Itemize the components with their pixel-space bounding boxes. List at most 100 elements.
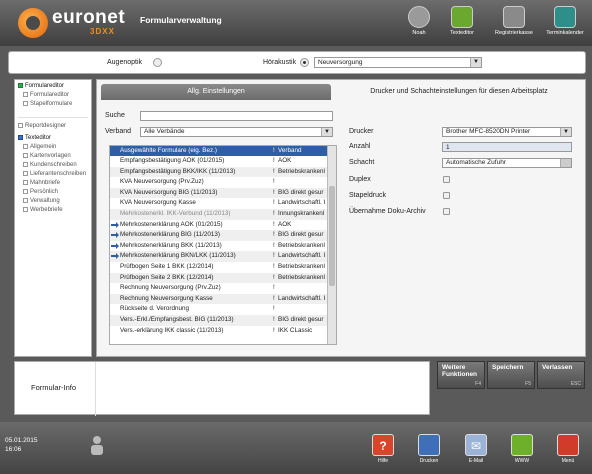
menu-grid-icon [557,434,579,456]
list-header-name: Ausgewählte Formulare (eig. Bez.) [120,147,217,154]
augenoptik-radio[interactable] [153,58,162,67]
drucker-label: Drucker [349,128,374,135]
list-item[interactable]: Prüfbogen Seite 2 BKK (12/2014)! Betriebs… [110,272,328,284]
nav-item-allgemein[interactable]: Allgemein [23,144,56,150]
anzahl-field[interactable]: 1 [442,142,572,152]
verband-select[interactable]: Alle Verbände ▼ [140,127,333,137]
menue-button[interactable]: Menü [555,434,581,464]
email-button[interactable]: ✉ E-Mail [463,434,489,464]
search-input[interactable] [140,111,333,121]
nav-texteditor[interactable]: Texteditor [18,135,51,141]
list-item[interactable]: Mehrkostenerklärung BKN/LKK (11/2013)! La… [110,251,328,262]
time-text: 16:06 [5,446,22,453]
list-item[interactable]: KVA Neuversorgung (Prv.Zuz)! [110,177,328,188]
left-nav: Formulareditor Formulareditor Stapelform… [14,79,92,357]
list-item-flag: ! [273,210,275,217]
nav-item-mahnbriefe[interactable]: Mahnbriefe [23,180,60,186]
drucker-select[interactable]: Brother MFC-8520DN Printer ▼ [442,127,572,137]
main-panel: Allg. Einstellungen Drucker und Schachte… [96,79,586,357]
user-icon[interactable] [89,435,105,455]
registrierkasse-button[interactable]: Registrierkasse [493,6,535,44]
checkbox-icon [23,171,28,176]
list-item-name: Empfangsbestätigung BKK/IKK (11/2013) [120,167,236,175]
formulareditor-icon [18,83,23,88]
list-item-flag: ! [273,316,275,323]
nav-item-lieferantenschreiben[interactable]: Lieferantenschreiben [23,171,86,177]
nav-item-kundenschreiben[interactable]: Kundenschreiben [23,162,77,168]
tab-allg-einstellungen[interactable]: Allg. Einstellungen [101,84,331,100]
scroll-thumb[interactable] [329,186,335,286]
list-item[interactable]: Rechnung Neuversorgung Kasse! Landwirtsch… [110,293,328,305]
nav-item-label: Kartenvorlagen [30,153,71,160]
doku-archiv-checkbox[interactable] [443,208,450,215]
list-item-flag: ! [273,188,275,196]
nav-item-persoenlich[interactable]: Persönlich [23,189,58,195]
list-item[interactable]: Mehrkostenerklärung AOK (01/2015)! AOK [110,220,328,231]
speichern-button[interactable]: Speichern F5 [487,361,535,389]
list-item[interactable]: KVA Neuversorgung BIG (11/2013)! BIG dire… [110,187,328,199]
nav-item-label: Lieferantenschreiben [30,171,87,178]
drucken-button[interactable]: Drucken [416,434,442,464]
esc-key-label: ESC [570,381,581,387]
list-item[interactable]: Rechnung Neuversorgung (Prv.Zuz)! [110,283,328,294]
stapeldruck-checkbox[interactable] [443,192,450,199]
checkbox-icon [23,189,28,194]
nav-formulareditor[interactable]: Formulareditor [18,83,64,89]
nav-item-formulareditor-label: Formulareditor [30,92,70,99]
list-item-flag: ! [273,273,275,281]
texteditor-button[interactable]: Texteditor [441,6,483,44]
list-item[interactable]: Vers.-erklärung IKK classic (11/2013)! IK… [110,326,328,337]
list-item-name: Prüfbogen Seite 2 BKK (12/2014) [120,273,214,281]
arrow-right-icon [111,253,119,260]
nav-item-stapelformulare-label: Stapelformulare [30,101,73,108]
duplex-checkbox[interactable] [443,176,450,183]
nav-item-verwaltung[interactable]: Verwaltung [23,198,60,204]
list-item[interactable]: Empfangsbestätigung AOK (01/2015)! AOK [110,156,328,167]
noah-button[interactable]: Noah [398,6,440,44]
pencil-icon [451,6,473,28]
weitere-funktionen-button[interactable]: Weitere Funktionen F4 [437,361,485,389]
checkbox-icon [23,153,28,158]
verlassen-label: Verlassen [542,364,573,371]
nav-item-werbebriefe[interactable]: Werbebriefe [23,207,63,213]
terminkalender-button[interactable]: Terminkalender [544,6,586,44]
schacht-value: Automatische Zufuhr [446,159,506,166]
list-item-flag: ! [273,294,275,302]
formular-info-panel: Formular-Info [14,361,430,416]
nav-formulareditor-label: Formulareditor [25,83,65,90]
list-item[interactable]: Mehrkostenerklärung BIG (11/2013)! BIG di… [110,230,328,241]
www-button[interactable]: WWW [509,434,535,464]
nav-item-formulareditor[interactable]: Formulareditor [23,92,69,98]
verlassen-button[interactable]: Verlassen ESC [537,361,585,389]
list-header-flag: ! [273,147,275,154]
noah-icon [408,6,430,28]
list-scrollbar[interactable] [327,146,336,344]
list-item-flag: ! [273,157,275,164]
list-item[interactable]: Prüfbogen Seite 1 BKK (12/2014)! Betriebs… [110,262,328,273]
list-item[interactable]: Mehrkostenerklärung BKK (11/2013)! Betrie… [110,241,328,252]
arrow-right-icon [111,242,119,249]
list-item[interactable]: KVA Neuversorgung Kasse! Landwirtschaftl.… [110,198,328,209]
versorgung-select[interactable]: Neuversorgung ▼ [314,57,482,68]
verband-value: Alle Verbände [144,128,185,135]
nav-item-label: Verwaltung [30,198,60,205]
registrierkasse-label: Registrierkasse [495,30,533,36]
nav-reportdesigner[interactable]: Reportdesigner [18,123,66,129]
list-item[interactable]: Rückseite d. Verordnung! [110,304,328,315]
nav-item-kartenvorlagen[interactable]: Kartenvorlagen [23,153,71,159]
nav-item-label: Allgemein [30,144,57,151]
list-item[interactable]: Vers.-Erkl./Empfangsbest. BIG (11/2013)!… [110,315,328,326]
tab-drucker-schacht[interactable]: Drucker und Schachteinstellungen für die… [335,84,583,100]
schacht-select[interactable]: Automatische Zufuhr [442,158,572,168]
hilfe-button[interactable]: ? Hilfe [370,434,396,464]
nav-item-stapelformulare[interactable]: Stapelformulare [23,101,72,107]
checkbox-icon [23,180,28,185]
list-item-name: KVA Neuversorgung Kasse [120,199,196,207]
hoerakustik-label: Hörakustik [263,59,297,66]
list-item-name: Vers.-Erkl./Empfangsbest. BIG (11/2013) [120,316,234,323]
checkbox-icon [23,162,28,167]
list-item[interactable]: Empfangsbestätigung BKK/IKK (11/2013)! Be… [110,166,328,178]
hoerakustik-radio[interactable] [300,58,309,67]
list-item[interactable]: Mehrkostenerkl. IKK-Verbund (11/2013)! In… [110,209,328,220]
checkbox-icon [18,123,23,128]
